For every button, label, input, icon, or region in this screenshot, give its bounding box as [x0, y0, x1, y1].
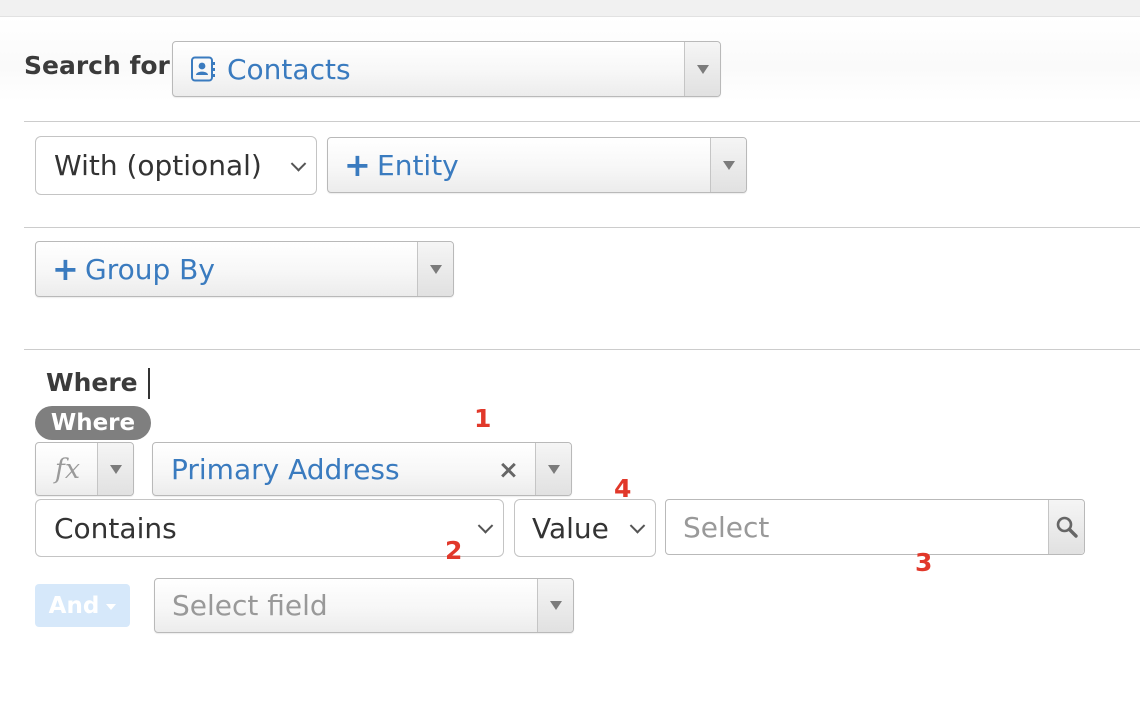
search-icon: [1056, 516, 1078, 538]
and-button[interactable]: And: [35, 584, 130, 627]
with-select[interactable]: With (optional): [35, 136, 317, 195]
chevron-down-icon: [290, 155, 307, 172]
annotation-1: 1: [474, 404, 492, 433]
search-for-dropdown-arrow[interactable]: [684, 42, 720, 96]
entity-select[interactable]: + Entity: [327, 137, 747, 193]
chevron-down-icon: [549, 601, 562, 610]
chevron-down-icon: [477, 518, 494, 534]
select-field[interactable]: Select field: [154, 578, 574, 633]
value-search-button[interactable]: [1048, 500, 1084, 554]
select-field-dropdown-arrow[interactable]: [537, 579, 573, 632]
value-search-field[interactable]: Select: [665, 499, 1085, 555]
chevron-down-icon: [629, 518, 646, 534]
fx-dropdown-arrow[interactable]: [97, 443, 133, 495]
where-title: Where: [46, 368, 138, 397]
fx-select[interactable]: fx: [35, 442, 134, 496]
divider: [24, 227, 1140, 228]
search-for-select[interactable]: Contacts: [172, 41, 721, 97]
contact-card-icon: [190, 56, 216, 82]
field-dropdown-arrow[interactable]: [535, 443, 571, 495]
group-by-label: Group By: [85, 252, 215, 286]
operator-select-value: Contains: [54, 511, 177, 545]
value-type-select-value: Value: [532, 511, 609, 545]
entity-label: Entity: [377, 148, 459, 182]
with-select-value: With (optional): [54, 149, 262, 182]
search-for-value: Contacts: [227, 52, 351, 86]
top-bar: [0, 0, 1140, 17]
chevron-down-icon: [696, 64, 709, 74]
value-placeholder: Select: [683, 510, 770, 544]
annotation-2: 2: [445, 536, 463, 565]
chevron-down-icon: [429, 264, 442, 274]
field-select[interactable]: Primary Address ×: [152, 442, 572, 496]
entity-dropdown-arrow[interactable]: [710, 138, 746, 192]
field-select-value: Primary Address: [171, 452, 400, 486]
value-type-select[interactable]: Value: [514, 499, 656, 557]
clear-icon[interactable]: ×: [498, 443, 519, 495]
group-by-dropdown-arrow[interactable]: [417, 242, 453, 296]
chevron-down-icon: [109, 464, 122, 474]
operator-select[interactable]: Contains: [35, 499, 504, 557]
chevron-down-icon: [547, 464, 560, 474]
select-field-placeholder: Select field: [172, 589, 328, 622]
where-pill[interactable]: Where: [35, 406, 151, 440]
annotation-3: 3: [915, 548, 933, 577]
fx-label: fx: [54, 453, 81, 485]
chevron-down-icon: [722, 160, 735, 170]
caret-down-icon: [106, 604, 117, 610]
plus-icon: +: [52, 250, 79, 288]
divider: [24, 349, 1140, 350]
search-for-label: Search for: [24, 51, 170, 80]
and-label: And: [48, 592, 100, 619]
text-caret: [148, 368, 150, 399]
divider: [24, 121, 1140, 122]
group-by-select[interactable]: + Group By: [35, 241, 454, 297]
plus-icon: +: [344, 146, 371, 184]
